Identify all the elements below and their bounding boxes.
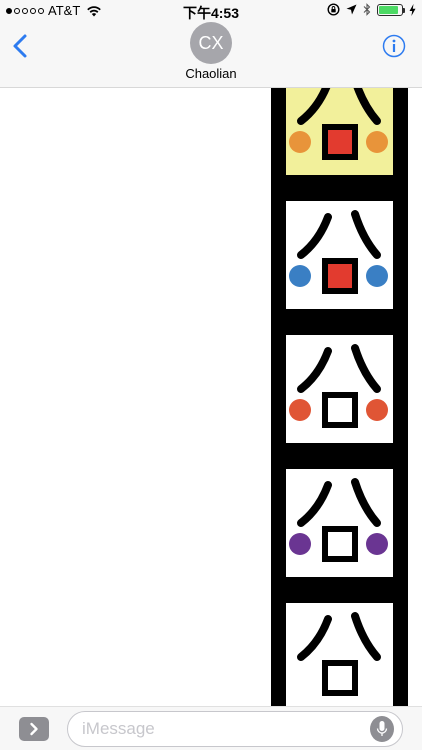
sticker-image[interactable]	[271, 457, 408, 591]
message-input[interactable]	[82, 712, 362, 746]
bluetooth-icon	[363, 3, 371, 16]
microphone-button[interactable]	[370, 716, 394, 742]
sticker-image[interactable]	[271, 323, 408, 457]
microphone-icon	[376, 721, 388, 736]
info-icon[interactable]	[382, 34, 406, 58]
app-drawer-button[interactable]	[19, 717, 49, 741]
battery-icon	[377, 3, 405, 16]
chevron-right-icon	[30, 722, 38, 736]
message-list[interactable]	[0, 88, 422, 706]
back-chevron-icon[interactable]	[8, 32, 32, 60]
charging-icon	[409, 3, 416, 16]
contact-name[interactable]: Chaolian	[0, 66, 422, 81]
sticker-image[interactable]	[271, 88, 408, 189]
battery-level	[379, 5, 398, 14]
status-bar: AT&T 下午4:53	[0, 0, 422, 22]
sticker-image[interactable]	[271, 189, 408, 323]
status-right	[327, 3, 416, 16]
sticker-message[interactable]	[271, 88, 408, 706]
message-field[interactable]	[67, 711, 403, 747]
input-bar	[0, 706, 422, 750]
rotation-lock-icon	[327, 3, 340, 16]
location-icon	[346, 4, 357, 15]
sticker-image[interactable]	[271, 591, 408, 706]
messages-screen: AT&T 下午4:53 CX Chaolian iMessage	[0, 0, 422, 750]
conversation-header: CX Chaolian	[0, 22, 422, 88]
avatar[interactable]: CX	[190, 22, 232, 64]
